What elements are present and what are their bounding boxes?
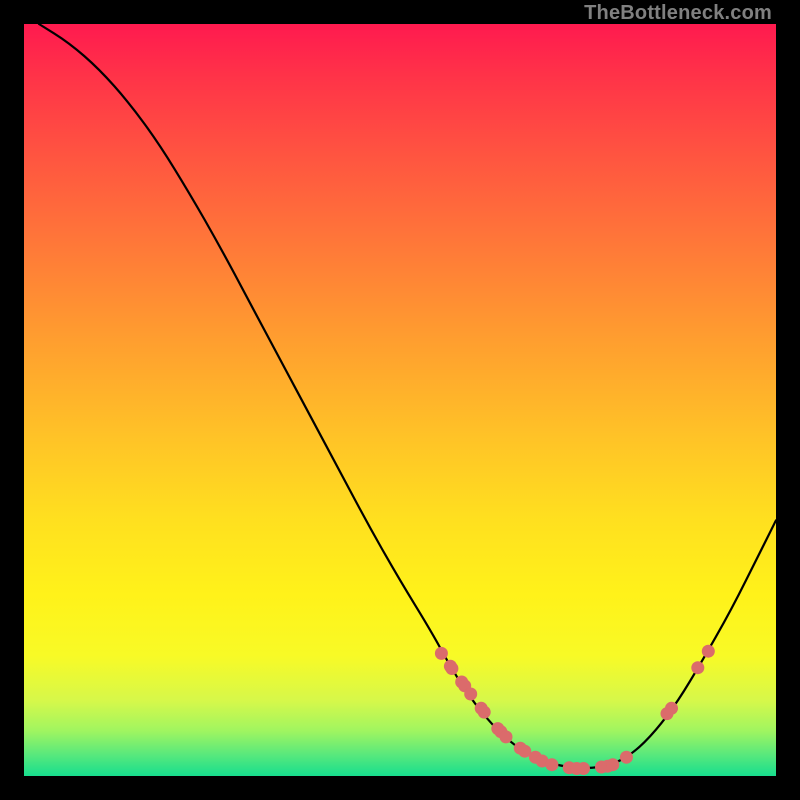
data-point: [665, 702, 678, 715]
data-point: [545, 758, 558, 771]
data-point: [606, 758, 619, 771]
data-point: [702, 645, 715, 658]
data-point: [445, 662, 458, 675]
bottleneck-curve: [39, 24, 776, 768]
plot-area: [24, 24, 776, 776]
data-point: [500, 730, 513, 743]
chart-svg: [24, 24, 776, 776]
data-point: [620, 751, 633, 764]
watermark-text: TheBottleneck.com: [584, 2, 772, 25]
data-point: [691, 661, 704, 674]
data-point: [577, 762, 590, 775]
data-point: [435, 647, 448, 660]
data-point: [464, 688, 477, 701]
data-point: [478, 706, 491, 719]
data-points-group: [435, 645, 715, 775]
